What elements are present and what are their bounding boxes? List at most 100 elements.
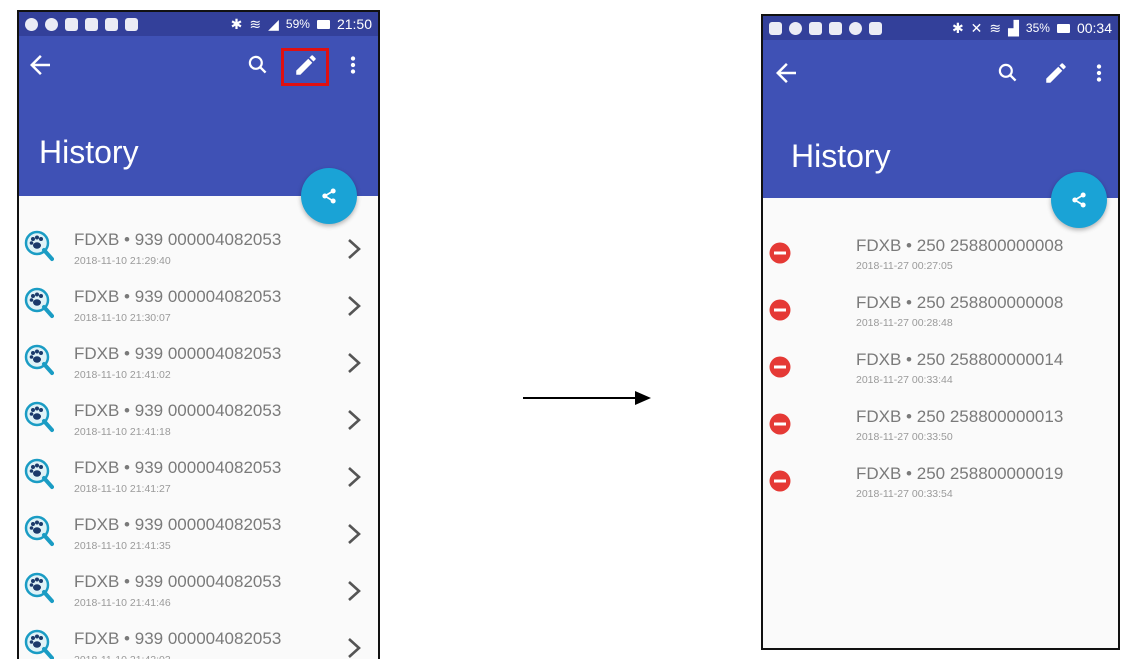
paw-search-icon [24, 572, 54, 606]
delete-minus-icon[interactable] [769, 356, 791, 378]
bluetooth-icon: ✱ [230, 15, 243, 32]
list-item[interactable]: FDXB • 939 000004082053 2018-11-10 21:41:… [19, 389, 378, 446]
item-label: FDXB • 939 000004082053 [74, 401, 282, 420]
back-arrow-icon[interactable] [25, 50, 55, 80]
item-label: FDXB • 939 000004082053 [74, 344, 282, 363]
paw-search-icon [24, 344, 54, 378]
list-item[interactable]: FDXB • 939 000004082053 2018-11-10 21:41:… [19, 560, 378, 617]
list-item[interactable]: FDXB • 939 000004082053 2018-11-10 21:41:… [19, 446, 378, 503]
bluetooth-icon: ✱ [951, 19, 964, 36]
item-label: FDXB • 939 000004082053 [74, 458, 282, 477]
page-title: History [39, 134, 139, 170]
paw-search-icon [24, 629, 54, 659]
share-button[interactable] [1051, 172, 1107, 228]
list-item[interactable]: FDXB • 939 000004082053 2018-11-10 21:41:… [19, 503, 378, 560]
item-label: FDXB • 939 000004082053 [74, 629, 282, 648]
item-date: 2018-11-27 00:33:54 [856, 488, 953, 500]
notification-icon [85, 17, 98, 31]
edit-pencil-icon[interactable] [1043, 60, 1069, 86]
paw-search-icon [24, 287, 54, 321]
status-bar: ✱ ≋ ◢ 59% 21:50 [19, 12, 378, 36]
search-icon[interactable] [995, 60, 1021, 86]
item-date: 2018-11-27 00:27:05 [856, 260, 953, 272]
item-label: FDXB • 250 258800000019 [856, 464, 1064, 483]
clock: 00:34 [1076, 20, 1112, 36]
paw-search-icon [24, 515, 54, 549]
status-bar: ✱ ✕ ≋ ▟ 35% 00:34 [763, 16, 1118, 40]
item-date: 2018-11-27 00:33:50 [856, 431, 953, 443]
item-date: 2018-11-10 21:41:18 [74, 426, 171, 438]
paw-search-icon [24, 401, 54, 435]
battery-percent: 59% [285, 17, 310, 31]
right-phone-screen: ✱ ✕ ≋ ▟ 35% 00:34 History FDXB • 250 258… [761, 14, 1120, 650]
share-icon [322, 188, 336, 204]
more-vert-icon[interactable] [343, 52, 363, 78]
chevron-right-icon[interactable] [346, 352, 362, 374]
signal-icon: ◢ [268, 15, 279, 32]
app-bar: History [763, 40, 1118, 198]
delete-minus-icon[interactable] [769, 470, 791, 492]
notification-icon [789, 21, 802, 35]
notification-icon [45, 17, 58, 31]
list-item[interactable]: FDXB • 939 000004082053 2018-11-10 21:29:… [19, 218, 378, 275]
more-vert-icon[interactable] [1089, 60, 1109, 86]
item-label: FDXB • 939 000004082053 [74, 515, 282, 534]
battery-icon [1056, 23, 1070, 33]
list-item: FDXB • 250 258800000014 2018-11-27 00:33:… [763, 340, 1118, 397]
delete-minus-icon[interactable] [769, 299, 791, 321]
transition-arrow [523, 391, 651, 405]
item-label: FDXB • 250 258800000008 [856, 293, 1064, 312]
back-arrow-icon[interactable] [771, 58, 801, 88]
item-date: 2018-11-27 00:33:44 [856, 374, 953, 386]
list-item: FDXB • 250 258800000008 2018-11-27 00:28:… [763, 283, 1118, 340]
notification-icon [25, 17, 38, 31]
item-date: 2018-11-10 21:41:35 [74, 540, 171, 552]
list-item: FDXB • 250 258800000008 2018-11-27 00:27:… [763, 226, 1118, 283]
item-date: 2018-11-10 21:29:40 [74, 255, 171, 267]
notification-icon [65, 17, 78, 31]
mail-icon [125, 17, 138, 31]
clock: 21:50 [336, 16, 372, 32]
item-date: 2018-11-10 21:41:02 [74, 369, 171, 381]
chevron-right-icon[interactable] [346, 637, 362, 659]
notification-icon [869, 21, 882, 35]
list-item: FDXB • 250 258800000019 2018-11-27 00:33:… [763, 454, 1118, 511]
search-icon[interactable] [245, 52, 271, 78]
signal-icon: ▟ [1008, 19, 1019, 36]
chevron-right-icon[interactable] [346, 238, 362, 260]
chevron-right-icon[interactable] [346, 523, 362, 545]
chevron-right-icon[interactable] [346, 580, 362, 602]
delete-minus-icon[interactable] [769, 242, 791, 264]
delete-minus-icon[interactable] [769, 413, 791, 435]
share-icon [1072, 192, 1086, 208]
battery-icon [316, 19, 330, 29]
battery-percent: 35% [1025, 21, 1050, 35]
edit-button-highlight [281, 48, 329, 86]
item-label: FDXB • 250 258800000008 [856, 236, 1064, 255]
share-button[interactable] [301, 168, 357, 224]
list-item[interactable]: FDXB • 939 000004082053 2018-11-10 21:30:… [19, 275, 378, 332]
paw-search-icon [24, 230, 54, 264]
chevron-right-icon[interactable] [346, 409, 362, 431]
wifi-icon: ≋ [989, 19, 1002, 36]
list-item[interactable]: FDXB • 939 000004082053 2018-11-10 21:41:… [19, 332, 378, 389]
list-item[interactable]: FDXB • 939 000004082053 2018-11-10 21:42:… [19, 617, 378, 659]
chevron-right-icon[interactable] [346, 466, 362, 488]
item-date: 2018-11-10 21:41:46 [74, 597, 171, 609]
chevron-right-icon[interactable] [346, 295, 362, 317]
mute-icon: ✕ [970, 19, 983, 36]
mail-icon [809, 21, 822, 35]
item-label: FDXB • 939 000004082053 [74, 230, 282, 249]
item-date: 2018-11-10 21:41:27 [74, 483, 171, 495]
item-date: 2018-11-27 00:28:48 [856, 317, 953, 329]
item-label: FDXB • 250 258800000014 [856, 350, 1064, 369]
page-title: History [791, 138, 891, 174]
notification-icon [769, 21, 782, 35]
wifi-icon: ≋ [249, 15, 262, 32]
list-item: FDXB • 250 258800000013 2018-11-27 00:33:… [763, 397, 1118, 454]
voicemail-icon [105, 17, 118, 31]
notification-icon [829, 21, 842, 35]
paw-search-icon [24, 458, 54, 492]
item-date: 2018-11-10 21:30:07 [74, 312, 171, 324]
item-label: FDXB • 939 000004082053 [74, 572, 282, 591]
